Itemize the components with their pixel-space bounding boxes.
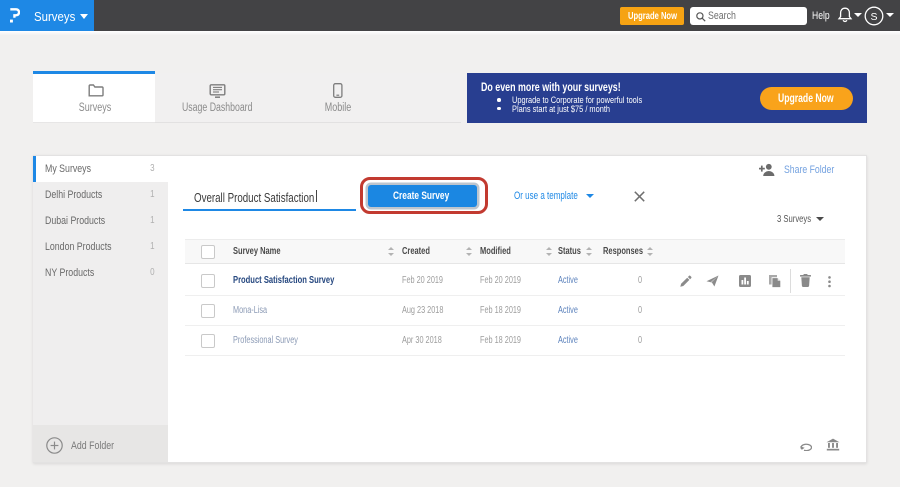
- svg-text:S: S: [870, 11, 877, 23]
